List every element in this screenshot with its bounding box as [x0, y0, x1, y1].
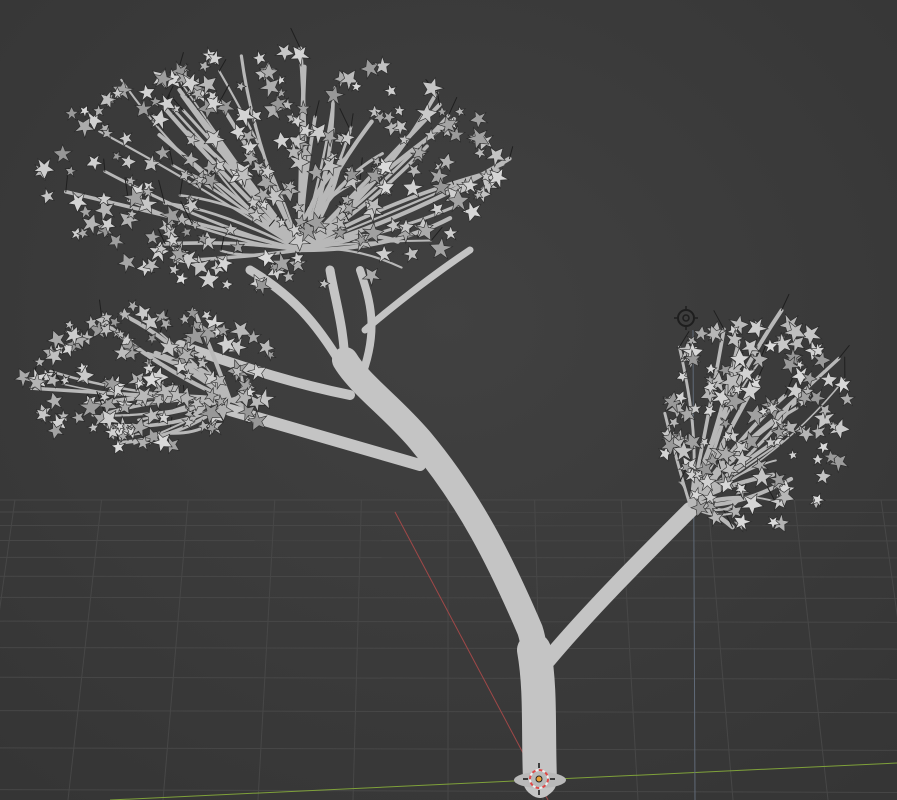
3d-viewport[interactable]: [0, 0, 897, 800]
scene-canvas[interactable]: [0, 0, 897, 800]
